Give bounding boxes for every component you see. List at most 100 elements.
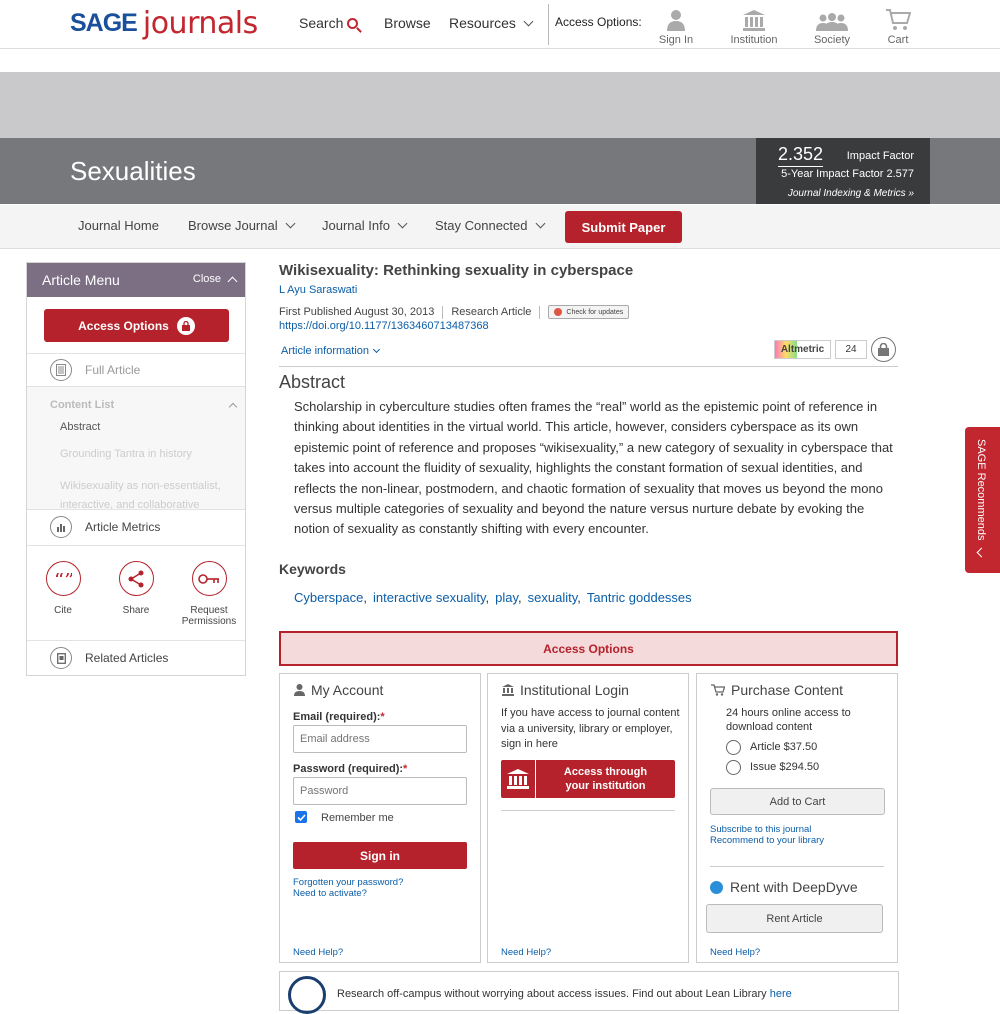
nav-search[interactable]: Search [299, 15, 359, 31]
article-title: Wikisexuality: Rethinking sexuality in c… [279, 262, 634, 279]
share-label: Share [122, 605, 150, 616]
activate-link[interactable]: Need to activate? [293, 888, 367, 899]
request-permissions-button[interactable]: Request Permissions [173, 561, 245, 627]
chevron-up-icon[interactable] [227, 276, 238, 287]
chevron-left-icon [976, 547, 987, 558]
forgot-password-link[interactable]: Forgotten your password? [293, 877, 403, 888]
cite-button[interactable]: “” Cite [27, 561, 99, 616]
sidebar-access-options-button[interactable]: Access Options [44, 309, 229, 342]
journal-indexing-link[interactable]: Journal Indexing & Metrics » [788, 188, 914, 199]
keyword-link[interactable]: play [495, 590, 518, 605]
keyword-link[interactable]: Tantric goddesses [587, 590, 692, 605]
lean-library-link[interactable]: here [770, 988, 792, 1000]
email-field[interactable] [293, 725, 467, 753]
add-to-cart-button[interactable]: Add to Cart [710, 788, 885, 815]
article-information-toggle[interactable]: Article information [281, 345, 381, 357]
issue-option-text: Issue [750, 761, 777, 773]
share-button[interactable]: Share [100, 561, 172, 616]
header-divider [548, 4, 549, 45]
issue-purchase-radio[interactable] [726, 760, 741, 775]
access-options-bar: Access Options [279, 631, 898, 666]
recommend-library-link[interactable]: Recommend to your library [710, 835, 824, 846]
institutional-login-text: If you have access to journal content vi… [501, 707, 680, 750]
society-label: Society [813, 34, 851, 46]
article-author[interactable]: L Ayu Saraswati [279, 284, 357, 296]
article-option-text: Article [750, 741, 781, 753]
doi-link[interactable]: https://doi.org/10.1177/1363460713487368 [279, 320, 489, 332]
nav-journal-home[interactable]: Journal Home [78, 218, 159, 233]
subscribe-link[interactable]: Subscribe to this journal [710, 824, 811, 835]
sage-recommends-label: SAGE Recommends [975, 439, 987, 541]
sage-journals-logo[interactable]: SAGE journals [70, 6, 258, 41]
password-field[interactable] [293, 777, 467, 805]
altmetric-badge[interactable]: Altmetric [774, 340, 831, 359]
nav-browse[interactable]: Browse [384, 15, 431, 31]
cart-icon [886, 9, 911, 30]
sidebar-article-metrics[interactable]: Article Metrics [27, 509, 245, 544]
abstract-heading: Abstract [279, 372, 346, 392]
nav-journal-info[interactable]: Journal Info [322, 218, 408, 233]
article-menu: Article Menu Close Access Options Full A… [26, 262, 246, 676]
chevron-up-icon[interactable] [228, 402, 238, 412]
check-for-updates-button[interactable]: Check for updates [548, 305, 630, 319]
institution-button-line1: Access through [563, 766, 648, 778]
article-purchase-label: Article $37.50 [750, 741, 817, 753]
deepdyve-heading: Rent with DeepDyve [710, 879, 858, 895]
remember-me-label: Remember me [321, 812, 394, 824]
chevron-down-icon [285, 218, 296, 229]
nav-browse-journal[interactable]: Browse Journal [188, 218, 296, 233]
publication-info: First Published August 30, 2013 Research… [279, 305, 630, 319]
access-options-label: Access Options: [555, 15, 642, 29]
impact-factor-label: Impact Factor [846, 150, 914, 162]
journal-nav: Journal Home Browse Journal Journal Info… [0, 205, 1000, 249]
chevron-down-icon [397, 218, 408, 229]
keywords-list: Cyberspace, interactive sexuality, play, se… [294, 590, 692, 605]
chevron-down-icon [523, 16, 534, 27]
sage-recommends-tab[interactable]: SAGE Recommends [965, 427, 1000, 573]
user-icon [667, 10, 685, 31]
altmetric-score[interactable]: 24 [835, 340, 867, 359]
keyword-link[interactable]: interactive sexuality [373, 590, 485, 605]
journal-title[interactable]: Sexualities [70, 156, 196, 187]
remember-me-checkbox[interactable] [295, 811, 307, 823]
nav-resources[interactable]: Resources [449, 15, 534, 31]
society-button[interactable]: Society [802, 8, 862, 46]
purchase-content-title: Purchase Content [731, 682, 844, 698]
nav-stay-connected[interactable]: Stay Connected [435, 218, 545, 233]
article-purchase-radio[interactable] [726, 740, 741, 755]
submit-paper-button[interactable]: Submit Paper [565, 211, 682, 243]
impact-factor-value: 2.352 [778, 144, 824, 167]
article-menu-close[interactable]: Close [193, 273, 221, 285]
email-label: Email (required):* [293, 711, 385, 723]
lean-library-logo [288, 976, 326, 1014]
need-help-link[interactable]: Need Help? [293, 947, 343, 958]
email-label-text: Email (required): [293, 711, 381, 723]
issue-price: $294.50 [779, 761, 820, 773]
keyword-link[interactable]: Cyberspace [294, 590, 363, 605]
purchase-content-heading: Purchase Content [711, 682, 843, 698]
sign-in-label: Sign In [658, 34, 694, 46]
divider [710, 866, 884, 867]
cart-button[interactable]: Cart [868, 8, 928, 46]
top-header: SAGE journals Search Browse Resources Ac… [0, 0, 1000, 49]
sidebar-full-article[interactable]: Full Article [27, 353, 245, 385]
need-help-link[interactable]: Need Help? [710, 947, 760, 958]
crossmark-icon [554, 308, 563, 316]
keyword-link[interactable]: sexuality [528, 590, 578, 605]
sign-in-button[interactable]: Sign In [646, 8, 706, 46]
need-help-link[interactable]: Need Help? [501, 947, 551, 958]
deepdyve-title: Rent with DeepDyve [730, 879, 858, 895]
sidebar-metrics-label: Article Metrics [85, 520, 161, 534]
share-icon [118, 561, 154, 596]
sign-in-button[interactable]: Sign in [293, 842, 467, 869]
lock-icon[interactable] [871, 337, 896, 362]
rent-article-button[interactable]: Rent Article [706, 904, 883, 933]
deepdyve-icon [710, 880, 723, 894]
sidebar-related-articles[interactable]: Related Articles [27, 640, 245, 675]
content-list-item[interactable]: Grounding Tantra in history [60, 448, 192, 460]
sidebar-full-article-label: Full Article [85, 362, 141, 377]
institution-button[interactable]: Institution [724, 8, 784, 46]
access-through-institution-button[interactable]: Access through your institution [501, 760, 675, 798]
lean-library-banner: Research off-campus without worrying abo… [279, 971, 899, 1014]
content-list-item[interactable]: Abstract [60, 421, 100, 433]
